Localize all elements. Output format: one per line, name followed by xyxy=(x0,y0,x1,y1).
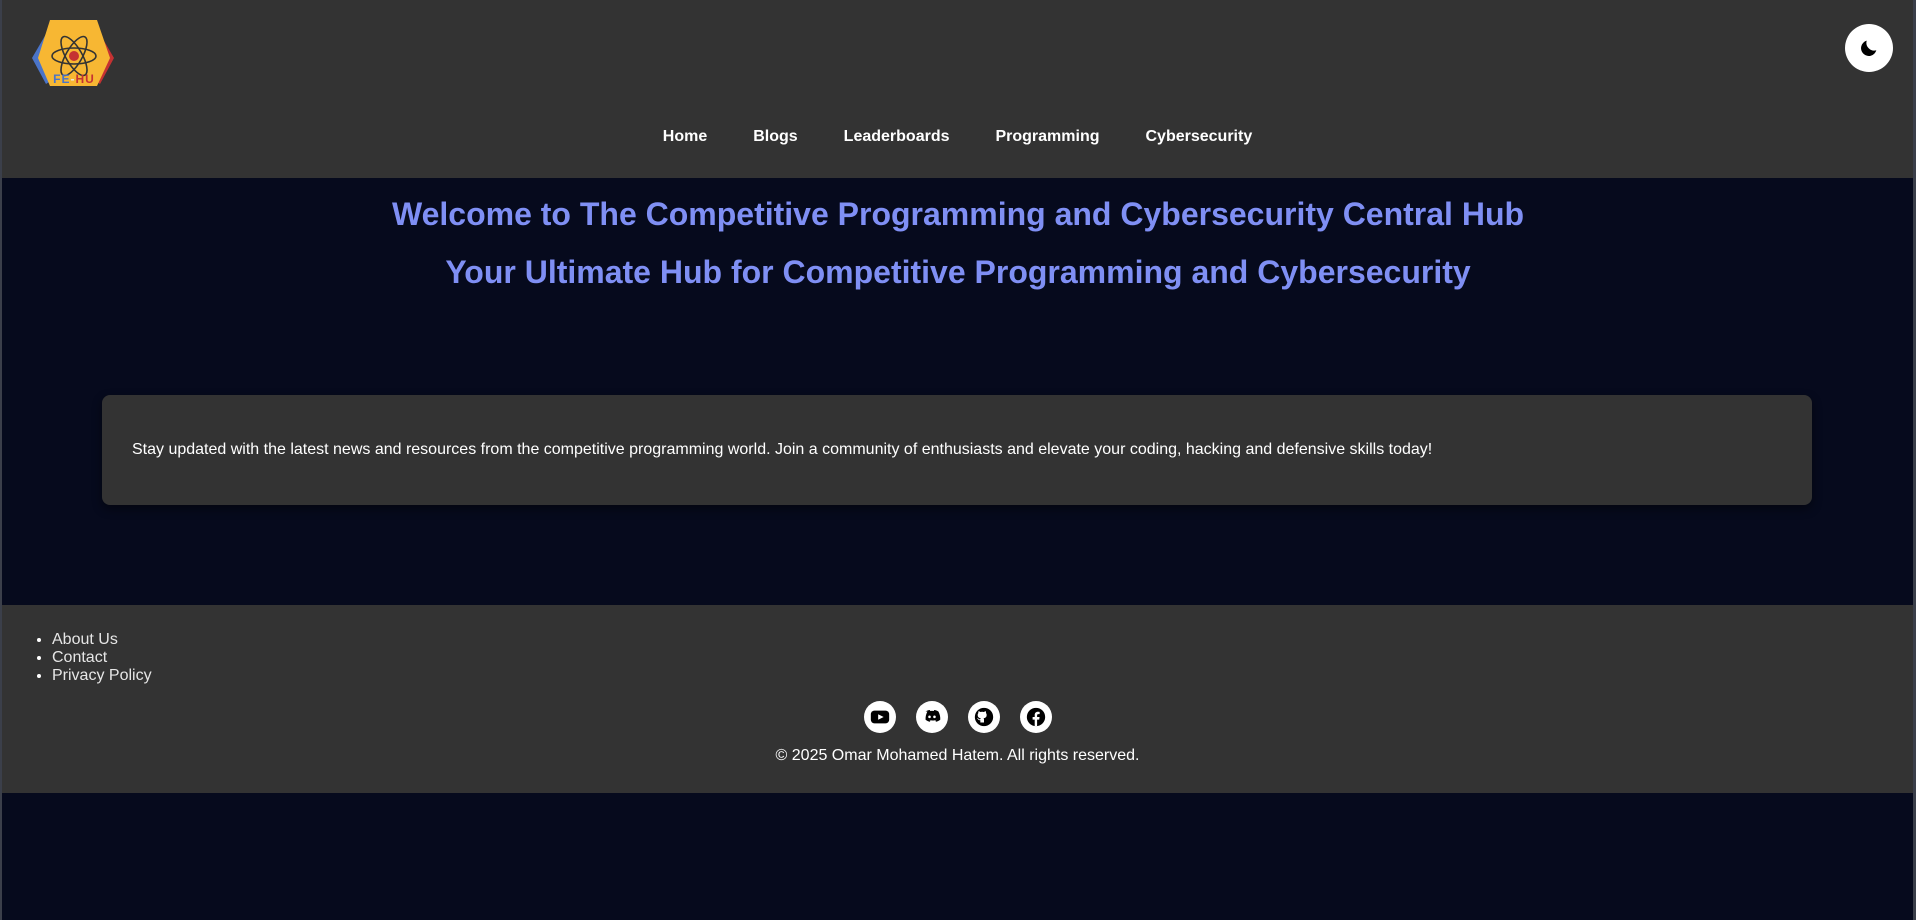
site-header: FE-HU Home Blogs Leaderboards Programmin… xyxy=(2,0,1913,178)
footer-link-contact[interactable]: Contact xyxy=(52,649,107,666)
copyright-text: © 2025 Omar Mohamed Hatem. All rights re… xyxy=(775,747,1140,764)
theme-toggle-button[interactable] xyxy=(1845,24,1893,72)
site-logo[interactable] xyxy=(22,16,125,106)
youtube-link[interactable] xyxy=(863,701,896,733)
github-icon xyxy=(974,707,993,727)
footer-link-item: Privacy Policy xyxy=(52,667,152,685)
moon-icon xyxy=(1861,40,1877,56)
footer-link-item: Contact xyxy=(52,649,152,667)
youtube-icon xyxy=(870,710,889,724)
discord-link[interactable] xyxy=(915,701,948,733)
social-links xyxy=(2,701,1913,733)
nav-link-home[interactable]: Home xyxy=(663,128,707,146)
footer-link-about-us[interactable]: About Us xyxy=(52,631,118,648)
main-navigation: Home Blogs Leaderboards Programming Cybe… xyxy=(2,128,1913,146)
info-card: Stay updated with the latest news and re… xyxy=(102,395,1812,505)
logo-text-fe: FE xyxy=(53,72,71,86)
site-footer: About Us Contact Privacy Policy xyxy=(2,605,1913,793)
nav-link-leaderboards[interactable]: Leaderboards xyxy=(844,128,950,146)
footer-links: About Us Contact Privacy Policy xyxy=(52,631,152,685)
logo-text-hu: HU xyxy=(75,72,95,86)
nav-link-cybersecurity[interactable]: Cybersecurity xyxy=(1146,128,1253,146)
nav-link-programming[interactable]: Programming xyxy=(995,128,1099,146)
footer-link-privacy-policy[interactable]: Privacy Policy xyxy=(52,667,152,684)
discord-icon xyxy=(925,710,940,722)
hero-subtitle: Your Ultimate Hub for Competitive Progra… xyxy=(445,254,1471,290)
info-card-text: Stay updated with the latest news and re… xyxy=(132,441,1433,458)
facebook-link[interactable] xyxy=(1019,701,1052,733)
github-link[interactable] xyxy=(967,701,1000,733)
atom-logo-icon xyxy=(32,20,114,86)
footer-link-item: About Us xyxy=(52,631,152,649)
logo-wordmark: FE-HU xyxy=(30,72,118,86)
nav-link-blogs[interactable]: Blogs xyxy=(753,128,797,146)
facebook-icon xyxy=(1026,707,1045,727)
hero-title: Welcome to The Competitive Programming a… xyxy=(391,196,1525,232)
